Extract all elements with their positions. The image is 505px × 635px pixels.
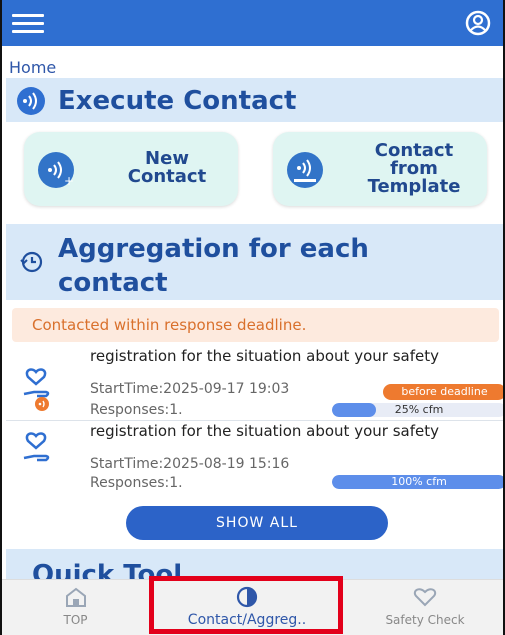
header-bar (2, 0, 503, 46)
divider (6, 420, 503, 421)
broadcast-icon (17, 87, 45, 115)
heart-icon (413, 588, 437, 607)
history-icon (20, 251, 43, 273)
item-responses: Responses:1. (90, 475, 183, 491)
user-circle-icon[interactable] (465, 10, 491, 36)
progress-text: 25% cfm (394, 403, 444, 416)
care-hand-icon (23, 432, 50, 462)
hamburger-icon[interactable] (12, 14, 44, 33)
aggregation-title: Aggregation for each contact (58, 234, 369, 298)
item-responses: Responses:1. (90, 402, 183, 418)
contact-from-template-button[interactable]: Contact from Template (273, 132, 487, 206)
tab-safety-check[interactable]: Safety Check (347, 580, 503, 635)
list-item[interactable]: registration for the situation about you… (2, 347, 503, 418)
item-title: registration for the situation about you… (90, 347, 439, 365)
new-contact-icon: + (38, 152, 74, 188)
tab-top[interactable]: TOP (2, 580, 149, 635)
deadline-notice: Contacted within response deadline. (12, 308, 499, 342)
breadcrumb[interactable]: Home (9, 58, 56, 77)
selection-highlight (149, 576, 343, 634)
tab-top-label: TOP (63, 613, 88, 627)
new-contact-button[interactable]: + New Contact (24, 132, 238, 206)
template-icon (287, 152, 323, 188)
home-icon (65, 587, 86, 607)
item-title: registration for the situation about you… (90, 422, 439, 440)
status-badge: before deadline (383, 384, 503, 400)
item-start-time: StartTime:2025-09-17 19:03 (90, 381, 290, 397)
list-item[interactable]: registration for the situation about you… (2, 422, 503, 491)
care-hand-icon (23, 368, 50, 411)
progress-text: 100% cfm (391, 475, 447, 488)
svg-text:+: + (64, 174, 74, 188)
response-progress: 25% cfm (332, 403, 503, 417)
response-progress: 100% cfm (332, 475, 503, 489)
item-start-time: StartTime:2025-08-19 15:16 (90, 456, 290, 472)
new-contact-label: New Contact (127, 148, 207, 187)
deadline-notice-text: Contacted within response deadline. (32, 316, 307, 334)
app-screen: Home Execute Contact + New Contact Conta… (0, 0, 505, 635)
contact-from-template-label: Contact from Template (367, 140, 461, 197)
show-all-button[interactable]: SHOW ALL (126, 506, 388, 540)
execute-contact-title: Execute Contact (58, 86, 297, 116)
tab-safety-check-label: Safety Check (385, 613, 465, 627)
